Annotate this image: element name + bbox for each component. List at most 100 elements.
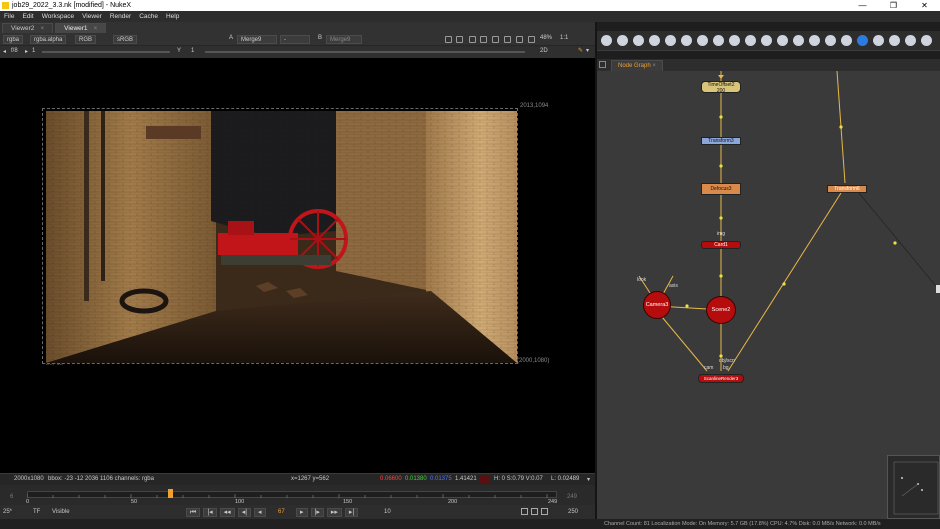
- refresh-icon[interactable]: [504, 36, 511, 43]
- node-graph-canvas[interactable]: TimeOffset2 200 Transform3 Defocus3 img …: [597, 71, 940, 519]
- timeline-mode-dropdown[interactable]: TF: [33, 509, 40, 515]
- info-menu-icon[interactable]: ▾: [587, 476, 590, 483]
- proxy-dropdown[interactable]: 1:1: [560, 35, 568, 41]
- offscreen-node[interactable]: [936, 285, 940, 293]
- colorspace-dropdown[interactable]: sRGB: [113, 35, 138, 44]
- view-mode-dropdown[interactable]: 2D: [540, 48, 548, 54]
- lut-icon[interactable]: [480, 36, 487, 43]
- air-icon[interactable]: [889, 35, 900, 46]
- compare-op-dropdown[interactable]: -: [280, 35, 310, 44]
- metadata-nodes-icon[interactable]: [809, 35, 820, 46]
- cara-vr-icon[interactable]: [905, 35, 916, 46]
- menu-file[interactable]: File: [0, 13, 18, 20]
- toolsets-icon[interactable]: [825, 35, 836, 46]
- timeline[interactable]: 6 0 50 100 150 200 249 249: [0, 485, 595, 505]
- plugins-icon[interactable]: [921, 35, 932, 46]
- merge-nodes-icon[interactable]: [713, 35, 724, 46]
- 3d-nodes-icon[interactable]: [745, 35, 756, 46]
- input-a-dropdown[interactable]: Merge9: [237, 35, 277, 44]
- close-icon[interactable]: ×: [652, 63, 656, 69]
- range-dropdown[interactable]: Visible: [52, 509, 70, 515]
- node-timeoffset[interactable]: TimeOffset2 200: [701, 81, 741, 94]
- in-point[interactable]: 6: [10, 494, 13, 500]
- minimize-button[interactable]: —: [847, 0, 878, 11]
- prev-keyframe-button[interactable]: ⏮: [186, 508, 201, 517]
- tab-node-graph[interactable]: Node Graph ×: [611, 60, 663, 71]
- time-nodes-icon[interactable]: [633, 35, 644, 46]
- play-backward-button[interactable]: ◂: [254, 508, 266, 517]
- display-channel-dropdown[interactable]: RGB: [75, 35, 97, 44]
- clip-icon[interactable]: [469, 36, 476, 43]
- node-card[interactable]: Card1: [701, 241, 741, 249]
- ocula-icon[interactable]: [873, 35, 884, 46]
- menu-cache[interactable]: Cache: [135, 13, 162, 20]
- views-nodes-icon[interactable]: [793, 35, 804, 46]
- flipbook-icon[interactable]: [521, 508, 528, 515]
- particles-nodes-icon[interactable]: [761, 35, 772, 46]
- menu-help[interactable]: Help: [162, 13, 183, 20]
- first-frame-button[interactable]: |◂: [203, 508, 217, 517]
- node-scanlinerender[interactable]: ScanlineRender3: [698, 374, 744, 383]
- fstop-arrow-icon[interactable]: ◂: [3, 48, 6, 55]
- status-bar: Channel Count: 81 Localization Mode: On …: [0, 519, 940, 529]
- gain-value[interactable]: 1: [32, 48, 35, 54]
- next-increment-button[interactable]: ▸▸: [326, 508, 342, 517]
- color-nodes-icon[interactable]: [665, 35, 676, 46]
- play-forward-button[interactable]: ▸: [296, 508, 308, 517]
- prev-frame-button[interactable]: ◂|: [237, 508, 252, 517]
- menu-render[interactable]: Render: [106, 13, 135, 20]
- deep-nodes-icon[interactable]: [777, 35, 788, 46]
- lock-icon[interactable]: [528, 36, 535, 43]
- close-button[interactable]: ✕: [909, 0, 940, 11]
- furnace-icon[interactable]: [857, 35, 868, 46]
- increment-field[interactable]: 10: [384, 509, 391, 515]
- node-far-transform[interactable]: Transform6: [827, 185, 867, 193]
- menu-icon[interactable]: ▾: [586, 47, 589, 54]
- alpha-dropdown[interactable]: rgba.alpha: [30, 35, 67, 44]
- zoom-level[interactable]: 48%: [540, 35, 552, 41]
- cache-icon[interactable]: [531, 508, 538, 515]
- node-scene[interactable]: Scene2: [706, 296, 736, 324]
- channel-nodes-icon[interactable]: [649, 35, 660, 46]
- node-camera[interactable]: Camera3: [643, 291, 671, 319]
- node-transform[interactable]: Transform3: [701, 137, 741, 145]
- filter-nodes-icon[interactable]: [681, 35, 692, 46]
- fstop-value[interactable]: f/8: [11, 48, 18, 54]
- keyer-nodes-icon[interactable]: [697, 35, 708, 46]
- out-point[interactable]: 249: [567, 494, 577, 500]
- node-defocus[interactable]: Defocus3: [701, 183, 741, 195]
- node-graph-minimap[interactable]: [887, 455, 940, 519]
- transform-nodes-icon[interactable]: [729, 35, 740, 46]
- fps-dropdown[interactable]: 25*: [3, 509, 12, 515]
- gain-arrow-icon[interactable]: ▸: [25, 48, 28, 55]
- tab-viewer1[interactable]: Viewer1 ×: [55, 23, 107, 33]
- draw-nodes-icon[interactable]: [617, 35, 628, 46]
- next-frame-button[interactable]: |▸: [310, 508, 324, 517]
- playhead[interactable]: [168, 489, 173, 498]
- pause-icon[interactable]: [516, 36, 523, 43]
- prev-increment-button[interactable]: ◂◂: [219, 508, 235, 517]
- maximize-button[interactable]: ❐: [878, 0, 909, 11]
- close-icon[interactable]: ×: [94, 25, 98, 32]
- paint-brush-icon[interactable]: ✎: [578, 47, 583, 54]
- input-b-dropdown[interactable]: Merge9: [326, 35, 362, 44]
- menu-viewer[interactable]: Viewer: [78, 13, 106, 20]
- overlay-icon[interactable]: [492, 36, 499, 43]
- tab-viewer2[interactable]: Viewer2 ×: [2, 23, 54, 33]
- frame-icon[interactable]: [456, 36, 463, 43]
- pane-menu-icon[interactable]: [599, 61, 606, 68]
- gamma-slider[interactable]: [205, 51, 525, 53]
- roi-icon[interactable]: [445, 36, 452, 43]
- current-frame-field[interactable]: 67: [278, 509, 285, 515]
- menu-edit[interactable]: Edit: [18, 13, 37, 20]
- range-end-field[interactable]: 250: [568, 509, 578, 515]
- gain-slider[interactable]: [42, 51, 170, 53]
- lock-range-icon[interactable]: [541, 508, 548, 515]
- image-nodes-icon[interactable]: [601, 35, 612, 46]
- menu-workspace[interactable]: Workspace: [38, 13, 78, 20]
- other-nodes-icon[interactable]: [841, 35, 852, 46]
- gamma-value[interactable]: 1: [191, 48, 194, 54]
- last-frame-button[interactable]: ▸|: [344, 508, 359, 517]
- channels-dropdown[interactable]: rgba: [3, 35, 24, 44]
- close-icon[interactable]: ×: [40, 25, 44, 32]
